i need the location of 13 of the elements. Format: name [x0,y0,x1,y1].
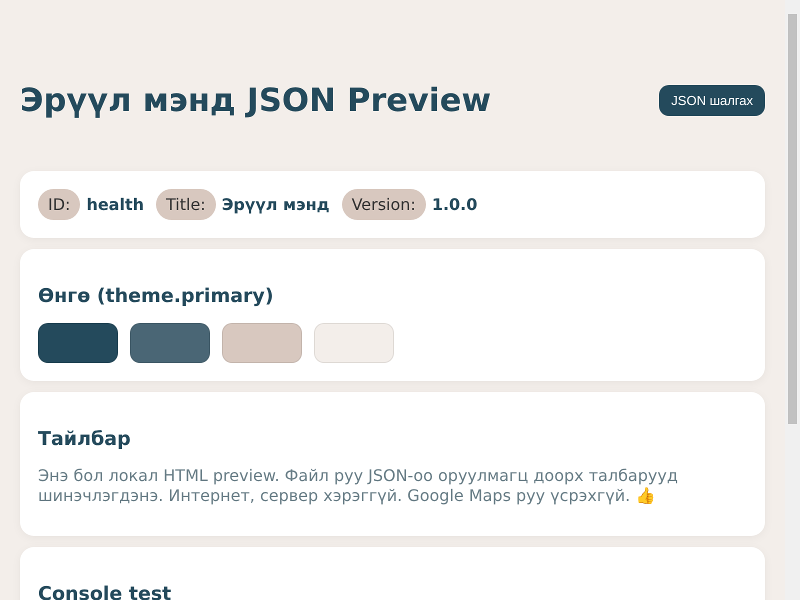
scrollbar[interactable] [785,0,800,600]
description-text: Энэ бол локал HTML preview. Файл руу JSON-оо оруулмагц доорх талбарууд шинэчлэгдэнэ. Интернет, сервер хэрэггүй. Google Maps руу үсрэхгүй. 👍 [38,466,679,506]
page-title: Эрүүл мэнд JSON Preview [20,80,492,121]
meta-value: 1.0.0 [432,195,478,214]
check-json-button[interactable]: JSON шалгах [659,84,765,116]
section-heading: Тайлбар [38,428,132,450]
section-heading: Console test [38,583,172,600]
meta-label: Title: [156,189,216,220]
meta-value: health [86,195,144,214]
section-heading: Өнгө (theme.primary) [38,285,274,307]
meta-value: Эрүүл мэнд [222,195,330,214]
meta-label: Version: [342,189,426,220]
meta-label: ID: [38,189,80,220]
